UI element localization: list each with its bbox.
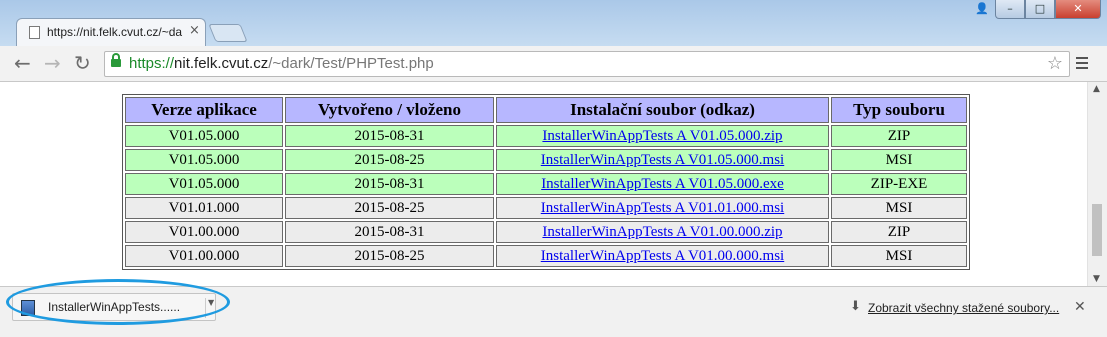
- installer-link[interactable]: InstallerWinAppTests A V01.00.000.msi: [541, 248, 784, 264]
- type-cell: MSI: [831, 149, 967, 171]
- tab-title: https://nit.felk.cvut.cz/~da: [47, 25, 183, 39]
- version-cell: V01.05.000: [125, 149, 283, 171]
- table-row: V01.05.000 2015-08-31 InstallerWinAppTes…: [125, 125, 967, 147]
- installer-icon: [21, 300, 35, 316]
- table-row: V01.05.000 2015-08-31 InstallerWinAppTes…: [125, 173, 967, 195]
- forward-arrow-icon[interactable]: →: [44, 52, 61, 74]
- window-controls: 👤 – □ ✕: [969, 0, 1101, 20]
- tab-close-icon[interactable]: ×: [189, 23, 200, 38]
- minimize-button[interactable]: –: [995, 0, 1025, 19]
- file-cell: InstallerWinAppTests A V01.00.000.msi: [496, 245, 829, 267]
- menu-icon[interactable]: [1076, 57, 1088, 69]
- table-header-row: Verze aplikace Vytvořeno / vloženo Insta…: [125, 97, 967, 123]
- back-arrow-icon[interactable]: ←: [14, 52, 31, 74]
- new-tab-button[interactable]: [208, 24, 248, 42]
- url-host: nit.felk.cvut.cz: [174, 55, 269, 72]
- date-cell: 2015-08-31: [285, 125, 494, 147]
- url-text[interactable]: https://nit.felk.cvut.cz/~dark/Test/PHPT…: [129, 55, 434, 72]
- table-row: V01.05.000 2015-08-25 InstallerWinAppTes…: [125, 149, 967, 171]
- file-cell: InstallerWinAppTests A V01.05.000.msi: [496, 149, 829, 171]
- date-cell: 2015-08-25: [285, 149, 494, 171]
- column-header-type: Typ souboru: [831, 97, 967, 123]
- date-cell: 2015-08-25: [285, 197, 494, 219]
- download-arrow-icon: ⬇: [850, 299, 861, 314]
- bookmark-star-icon[interactable]: ☆: [1047, 53, 1063, 74]
- dropdown-arrow-icon[interactable]: ▼: [205, 298, 214, 318]
- reload-icon[interactable]: ↻: [74, 52, 91, 74]
- download-shelf: InstallerWinAppTests...... ▼ ⬇ Zobrazit …: [0, 286, 1107, 337]
- date-cell: 2015-08-25: [285, 245, 494, 267]
- type-cell: MSI: [831, 197, 967, 219]
- column-header-file: Instalační soubor (odkaz): [496, 97, 829, 123]
- scroll-down-icon[interactable]: ▼: [1093, 274, 1100, 284]
- installer-link[interactable]: InstallerWinAppTests A V01.01.000.msi: [541, 200, 784, 216]
- installer-link[interactable]: InstallerWinAppTests A V01.05.000.zip: [542, 128, 782, 144]
- lock-icon: [111, 53, 121, 67]
- browser-toolbar: ← → ↻ https://nit.felk.cvut.cz/~dark/Tes…: [0, 46, 1107, 82]
- table-row: V01.00.000 2015-08-31 InstallerWinAppTes…: [125, 221, 967, 243]
- scroll-up-icon[interactable]: ▲: [1093, 84, 1100, 94]
- table-row: V01.00.000 2015-08-25 InstallerWinAppTes…: [125, 245, 967, 267]
- title-bar: https://nit.felk.cvut.cz/~da × 👤 – □ ✕: [0, 0, 1107, 46]
- url-scheme: https://: [129, 55, 175, 72]
- version-cell: V01.00.000: [125, 221, 283, 243]
- url-path: /~dark/Test/PHPTest.php: [268, 55, 434, 72]
- download-item[interactable]: InstallerWinAppTests...... ▼: [12, 293, 216, 321]
- address-bar[interactable]: https://nit.felk.cvut.cz/~dark/Test/PHPT…: [104, 51, 1070, 77]
- scroll-thumb[interactable]: [1092, 204, 1102, 256]
- column-header-version: Verze aplikace: [125, 97, 283, 123]
- installer-link[interactable]: InstallerWinAppTests A V01.00.000.zip: [542, 224, 782, 240]
- version-cell: V01.00.000: [125, 245, 283, 267]
- close-window-button[interactable]: ✕: [1055, 0, 1101, 19]
- vertical-scrollbar[interactable]: ▲ ▼: [1087, 82, 1107, 286]
- date-cell: 2015-08-31: [285, 221, 494, 243]
- show-all-downloads-link[interactable]: Zobrazit všechny stažené soubory...: [868, 301, 1059, 315]
- maximize-button[interactable]: □: [1025, 0, 1055, 19]
- page-favicon-icon: [29, 26, 40, 39]
- version-cell: V01.01.000: [125, 197, 283, 219]
- date-cell: 2015-08-31: [285, 173, 494, 195]
- type-cell: ZIP: [831, 125, 967, 147]
- column-header-date: Vytvořeno / vloženo: [285, 97, 494, 123]
- user-icon[interactable]: 👤: [969, 0, 995, 18]
- close-shelf-icon[interactable]: ✕: [1074, 299, 1086, 315]
- versions-table: Verze aplikace Vytvořeno / vloženo Insta…: [122, 94, 970, 270]
- file-cell: InstallerWinAppTests A V01.00.000.zip: [496, 221, 829, 243]
- page-content: Verze aplikace Vytvořeno / vloženo Insta…: [0, 82, 1087, 286]
- file-cell: InstallerWinAppTests A V01.05.000.zip: [496, 125, 829, 147]
- type-cell: ZIP: [831, 221, 967, 243]
- version-cell: V01.05.000: [125, 125, 283, 147]
- file-cell: InstallerWinAppTests A V01.01.000.msi: [496, 197, 829, 219]
- file-cell: InstallerWinAppTests A V01.05.000.exe: [496, 173, 829, 195]
- type-cell: ZIP-EXE: [831, 173, 967, 195]
- type-cell: MSI: [831, 245, 967, 267]
- installer-link[interactable]: InstallerWinAppTests A V01.05.000.msi: [541, 152, 784, 168]
- installer-link[interactable]: InstallerWinAppTests A V01.05.000.exe: [541, 176, 784, 192]
- browser-tab[interactable]: https://nit.felk.cvut.cz/~da ×: [16, 18, 206, 46]
- download-filename: InstallerWinAppTests......: [48, 300, 181, 314]
- table-row: V01.01.000 2015-08-25 InstallerWinAppTes…: [125, 197, 967, 219]
- version-cell: V01.05.000: [125, 173, 283, 195]
